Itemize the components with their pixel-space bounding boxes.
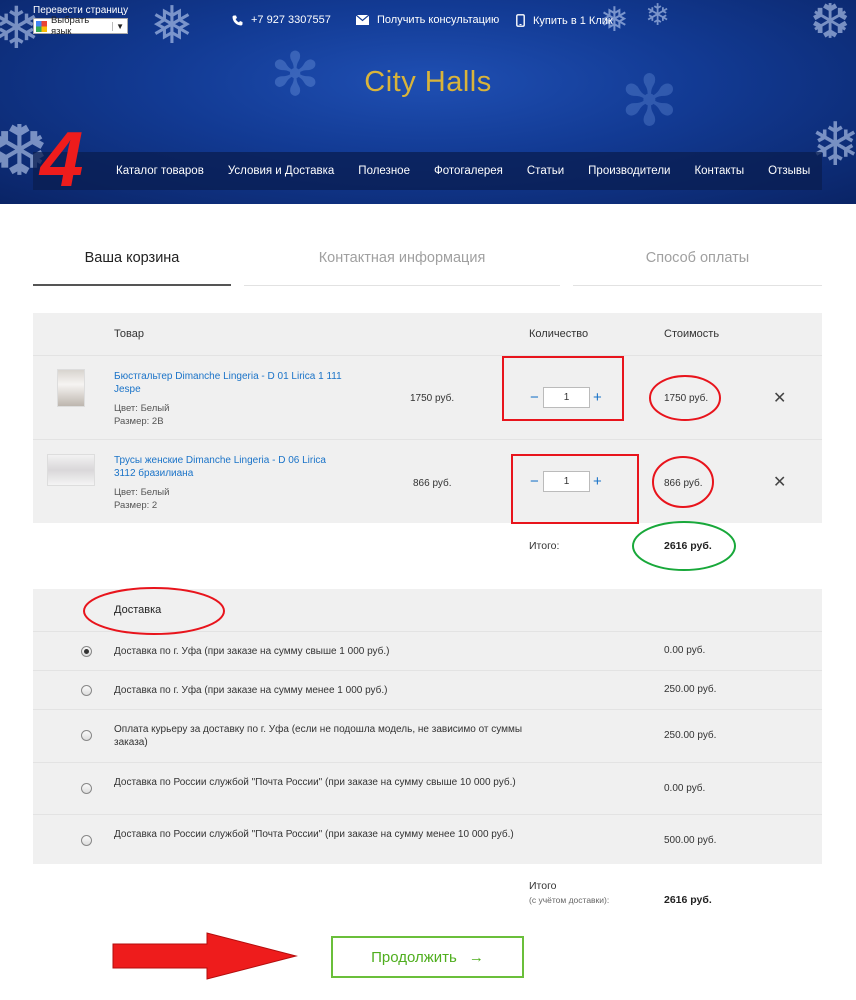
cart-item: Трусы женские Dimanche Lingeria - D 06 L…: [33, 439, 822, 523]
continue-button[interactable]: Продолжить →: [331, 936, 524, 978]
product-link[interactable]: Трусы женские Dimanche Lingeria - D 06 L…: [114, 454, 344, 480]
step-payment-method[interactable]: Способ оплаты: [573, 240, 822, 286]
nav-item-catalog[interactable]: Каталог товаров: [116, 165, 204, 177]
delivery-option-label: Доставка по г. Уфа (при заказе на сумму …: [114, 646, 390, 657]
translate-widget: Перевести страницу Выбрать язык ▼: [33, 5, 128, 37]
qty-decrease-button[interactable]: −: [530, 474, 539, 489]
cart-table: Товар Количество Стоимость Бюстгальтер D…: [33, 313, 822, 523]
language-select-label: Выбрать язык: [50, 15, 90, 37]
product-size: Размер: 2: [114, 500, 158, 511]
consult-label: Получить консультацию: [377, 14, 500, 26]
remove-item-icon[interactable]: ✕: [773, 388, 786, 408]
line-cost: 866 руб.: [664, 478, 703, 489]
col-quantity: Количество: [529, 328, 589, 340]
nav-item-manufacturers[interactable]: Производители: [588, 165, 670, 177]
cart-total-value: 2616 руб.: [664, 540, 712, 552]
delivery-option-price: 500.00 руб.: [664, 835, 717, 846]
consult-link[interactable]: Получить консультацию: [356, 14, 499, 26]
continue-label: Продолжить: [371, 948, 457, 966]
line-cost: 1750 руб.: [664, 393, 709, 404]
delivery-option-label: Доставка по России службой "Почта России…: [114, 829, 514, 840]
product-thumbnail[interactable]: [47, 454, 95, 486]
product-thumbnail[interactable]: [57, 369, 85, 407]
delivery-option-price: 0.00 руб.: [664, 783, 706, 794]
annotation-number: 4: [40, 115, 84, 203]
product-color: Цвет: Белый: [114, 487, 170, 498]
delivery-option[interactable]: Доставка по России службой "Почта России…: [33, 762, 822, 814]
arrow-right-icon: →: [468, 948, 484, 966]
delivery-option[interactable]: Оплата курьеру за доставку по г. Уфа (ес…: [33, 709, 822, 762]
product-link[interactable]: Бюстгальтер Dimanche Lingeria - D 01 Lir…: [114, 370, 344, 396]
phone-link[interactable]: +7 927 3307557: [232, 14, 331, 26]
cart-header-row: Товар Количество Стоимость: [33, 313, 822, 355]
site-header: ❄ ❅ ❆ ✻ ❅ ❄ ❆ ❄ ✻ Перевести страницу Выб…: [0, 0, 856, 204]
remove-item-icon[interactable]: ✕: [773, 472, 786, 492]
product-info: Бюстгальтер Dimanche Lingeria - D 01 Lir…: [114, 370, 344, 428]
col-cost: Стоимость: [664, 328, 720, 340]
google-icon: [36, 20, 47, 32]
annotation-arrow: [112, 932, 298, 980]
phone-icon: [232, 15, 243, 25]
grand-total-value: 2616 руб.: [664, 894, 712, 906]
col-product: Товар: [114, 328, 144, 340]
one-click-link[interactable]: Купить в 1 Клик: [516, 14, 613, 27]
delivery-radio[interactable]: [81, 835, 92, 846]
qty-input[interactable]: [543, 471, 590, 492]
unit-price: 866 руб.: [413, 478, 452, 489]
cart-total-label: Итого:: [529, 540, 560, 552]
snowflake-icon: ❆: [810, 0, 851, 50]
nav-item-useful[interactable]: Полезное: [358, 165, 410, 177]
snowflake-icon: ❅: [150, 0, 194, 56]
delivery-title: Доставка: [114, 604, 162, 616]
delivery-option[interactable]: Доставка по России службой "Почта России…: [33, 814, 822, 864]
qty-increase-button[interactable]: +: [593, 474, 602, 489]
product-color: Цвет: Белый: [114, 403, 170, 414]
delivery-option[interactable]: Доставка по г. Уфа (при заказе на сумму …: [33, 631, 822, 670]
product-size: Размер: 2B: [114, 416, 164, 427]
delivery-radio[interactable]: [81, 685, 92, 696]
delivery-option-price: 250.00 руб.: [664, 730, 717, 741]
one-click-label: Купить в 1 Клик: [533, 14, 613, 27]
cart-item: Бюстгальтер Dimanche Lingeria - D 01 Lir…: [33, 355, 822, 439]
grand-total-sublabel: (с учётом доставки):: [529, 895, 610, 905]
qty-decrease-button[interactable]: −: [530, 390, 539, 405]
delivery-section: Доставка Доставка по г. Уфа (при заказе …: [33, 589, 822, 864]
snowflake-icon: ❄: [645, 0, 671, 33]
delivery-option-label: Оплата курьеру за доставку по г. Уфа (ес…: [114, 724, 523, 748]
envelope-icon: [356, 15, 369, 25]
chevron-down-icon: ▼: [112, 21, 127, 31]
qty-increase-button[interactable]: +: [593, 390, 602, 405]
nav-item-contacts[interactable]: Контакты: [694, 165, 744, 177]
grand-total-label: Итого: [529, 880, 557, 892]
step-contact-info[interactable]: Контактная информация: [244, 240, 560, 286]
phone-number: +7 927 3307557: [251, 14, 331, 26]
delivery-option-label: Доставка по г. Уфа (при заказе на сумму …: [114, 685, 388, 696]
nav-item-articles[interactable]: Статьи: [527, 165, 564, 177]
delivery-option-label: Доставка по России службой "Почта России…: [114, 777, 516, 788]
main-nav-items: Каталог товаров Условия и Доставка Полез…: [116, 152, 834, 190]
qty-input[interactable]: [543, 387, 590, 408]
site-logo[interactable]: City Halls: [0, 66, 856, 99]
delivery-radio[interactable]: [81, 730, 92, 741]
nav-item-delivery-terms[interactable]: Условия и Доставка: [228, 165, 334, 177]
delivery-radio[interactable]: [81, 783, 92, 794]
nav-item-reviews[interactable]: Отзывы: [768, 165, 810, 177]
unit-price: 1750 руб.: [410, 393, 455, 404]
delivery-option-price: 250.00 руб.: [664, 684, 717, 695]
mobile-icon: [516, 14, 525, 27]
step-cart[interactable]: Ваша корзина: [33, 240, 231, 286]
delivery-option[interactable]: Доставка по г. Уфа (при заказе на сумму …: [33, 670, 822, 709]
product-info: Трусы женские Dimanche Lingeria - D 06 L…: [114, 454, 344, 512]
delivery-radio[interactable]: [81, 646, 92, 657]
language-select[interactable]: Выбрать язык ▼: [33, 15, 128, 37]
checkout-steps: Ваша корзина Контактная информация Спосо…: [33, 240, 822, 288]
delivery-option-price: 0.00 руб.: [664, 645, 706, 656]
nav-item-gallery[interactable]: Фотогалерея: [434, 165, 503, 177]
